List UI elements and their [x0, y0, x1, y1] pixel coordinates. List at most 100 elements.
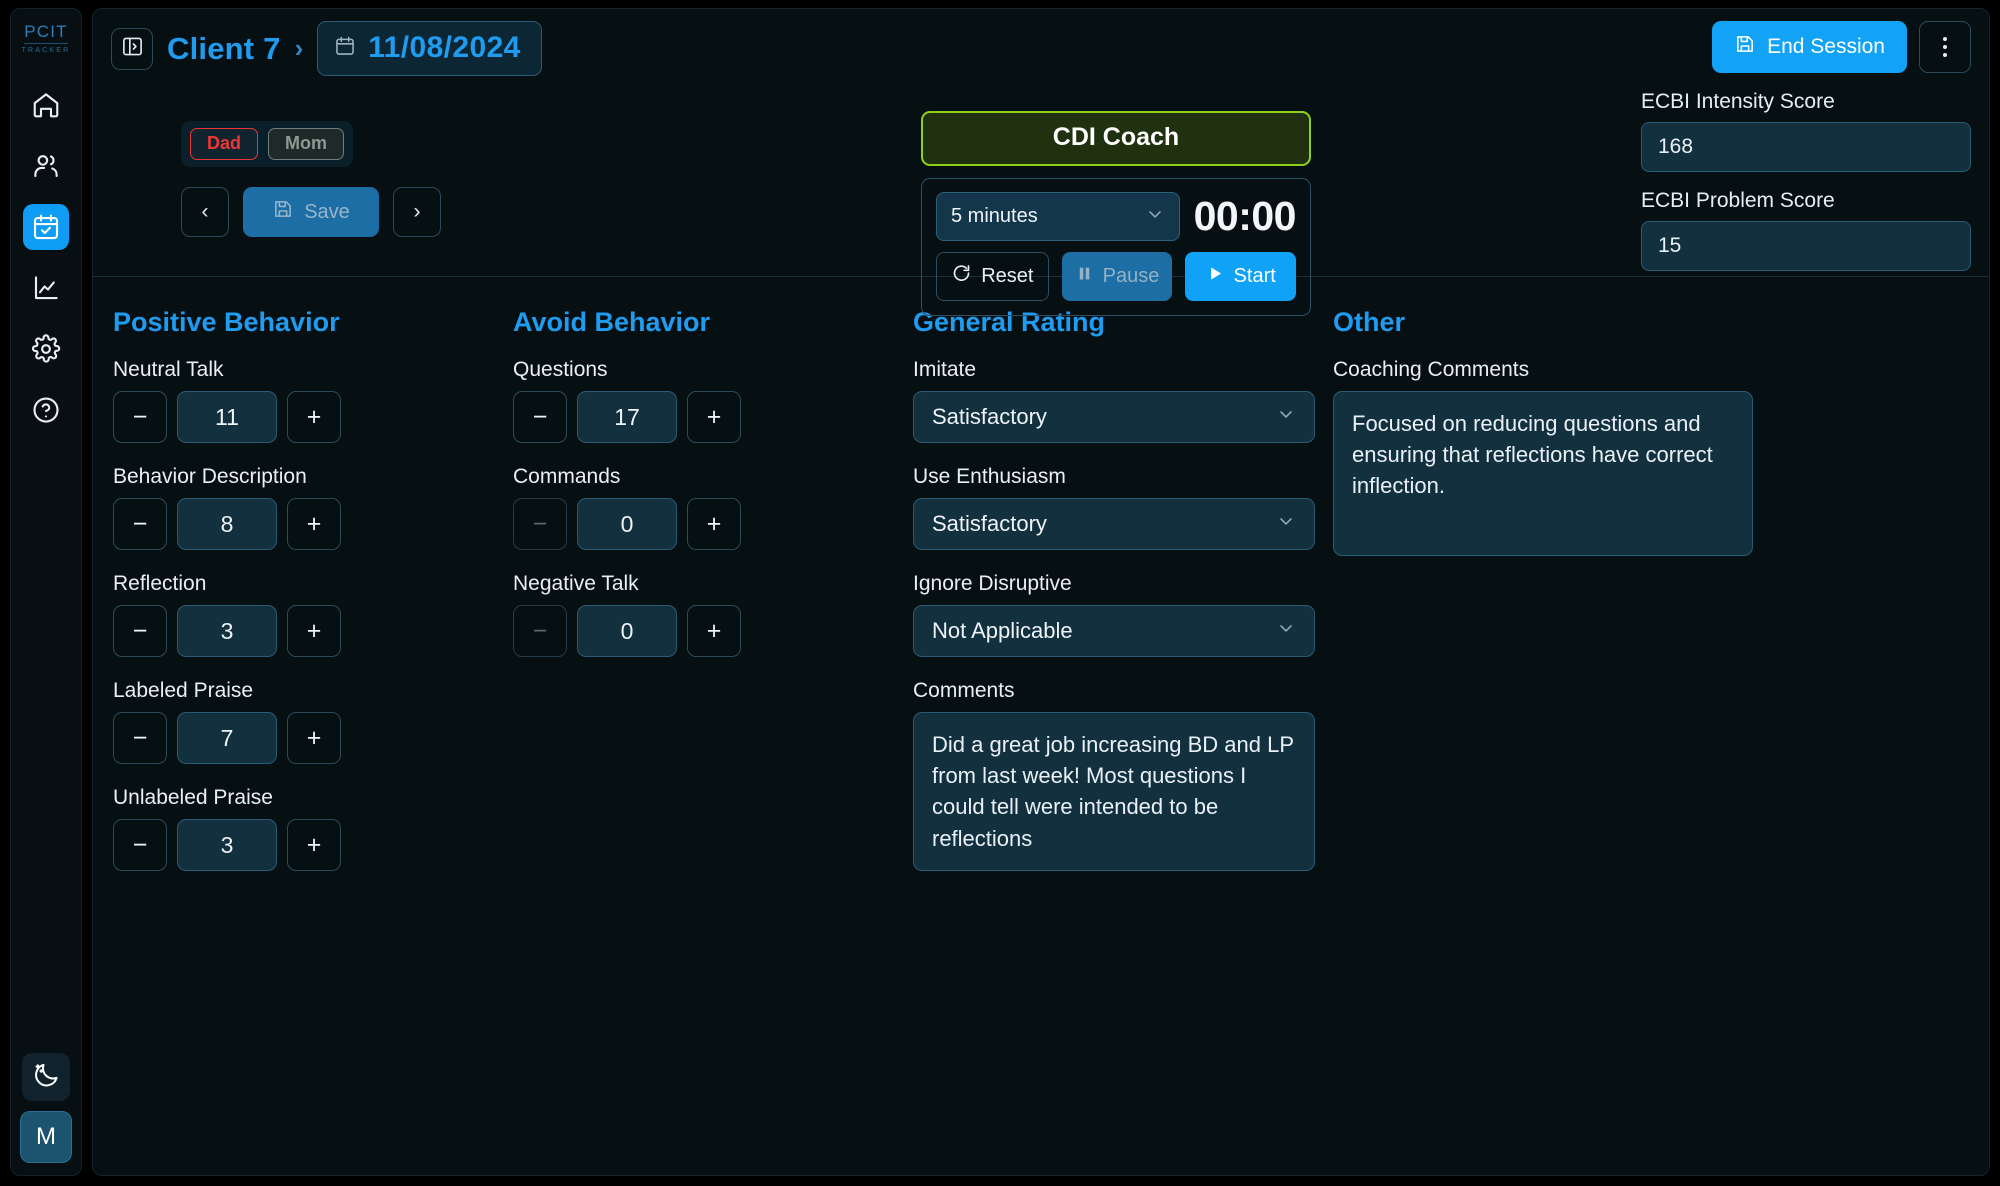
column-title: Positive Behavior — [113, 307, 340, 337]
rating-value: Not Applicable — [932, 618, 1073, 643]
breadcrumb: Client 7 › 11/08/2024 — [111, 21, 542, 76]
calendar-check-icon — [31, 212, 61, 242]
timer-start-label: Start — [1233, 265, 1276, 287]
more-options-button[interactable] — [1919, 21, 1971, 73]
ecbi-intensity-value: 168 — [1658, 135, 1694, 158]
gear-icon — [31, 334, 61, 364]
increment-button[interactable]: + — [687, 498, 741, 550]
increment-button[interactable]: + — [287, 605, 341, 657]
general-comments-textarea[interactable]: Did a great job increasing BD and LP fro… — [913, 712, 1315, 871]
next-session-button[interactable]: › — [393, 187, 441, 237]
rating-select[interactable]: Satisfactory — [913, 391, 1315, 443]
comments-label: Comments — [913, 679, 1015, 702]
sidebar-nav — [23, 82, 69, 433]
chevron-down-icon — [1276, 511, 1296, 537]
decrement-button[interactable]: − — [113, 498, 167, 550]
previous-session-button[interactable]: ‹ — [181, 187, 229, 237]
sidebar-item-clients[interactable] — [23, 143, 69, 189]
decrement-button[interactable]: − — [513, 391, 567, 443]
counter-label: Labeled Praise — [113, 679, 254, 702]
chevron-down-icon — [1145, 204, 1165, 230]
counter-label: Negative Talk — [513, 572, 639, 595]
sidebar-item-home[interactable] — [23, 82, 69, 128]
decrement-button[interactable]: − — [113, 605, 167, 657]
theme-toggle-button[interactable] — [22, 1053, 70, 1101]
increment-button[interactable]: + — [687, 605, 741, 657]
home-icon — [31, 90, 61, 120]
column-avoid-behavior: Avoid Behavior Questions − 17 + Commands… — [513, 307, 913, 893]
avatar[interactable]: M — [20, 1111, 72, 1163]
timer-reset-button[interactable]: Reset — [936, 252, 1049, 301]
decrement-button[interactable]: − — [113, 819, 167, 871]
session-date-value: 11/08/2024 — [368, 31, 521, 64]
ecbi-intensity-label: ECBI Intensity Score — [1641, 90, 1835, 113]
calendar-icon — [334, 35, 356, 62]
counter-value[interactable]: 3 — [177, 819, 277, 871]
sidebar-item-sessions[interactable] — [23, 204, 69, 250]
session-nav-row: ‹ Save › — [181, 187, 441, 237]
counter-label: Behavior Description — [113, 465, 307, 488]
parent-option-mom[interactable]: Mom — [268, 128, 345, 160]
counter-controls: − 8 + — [113, 498, 495, 550]
rating-select[interactable]: Satisfactory — [913, 498, 1315, 550]
timer-duration-select[interactable]: 5 minutes — [936, 192, 1180, 241]
counter-label: Questions — [513, 358, 608, 381]
ecbi-problem-value: 15 — [1658, 234, 1682, 257]
panel-toggle-button[interactable] — [111, 27, 153, 70]
behavior-content: Positive Behavior Neutral Talk − 11 + Be… — [93, 277, 1989, 893]
counter-value[interactable]: 0 — [577, 605, 677, 657]
decrement-button[interactable]: − — [113, 712, 167, 764]
parent-option-dad[interactable]: Dad — [190, 128, 259, 160]
session-actions: End Session ECBI Intensity Score 168 ECB… — [1641, 21, 1971, 271]
coach-banner: CDI Coach — [921, 111, 1311, 166]
increment-button[interactable]: + — [287, 819, 341, 871]
increment-button[interactable]: + — [287, 391, 341, 443]
page-title[interactable]: Client 7 — [167, 31, 281, 67]
sidebar-item-settings[interactable] — [23, 326, 69, 372]
timer-pause-button[interactable]: Pause — [1061, 252, 1173, 301]
ecbi-intensity-input[interactable]: 168 — [1641, 122, 1971, 172]
decrement-button[interactable]: − — [513, 498, 567, 550]
column-positive-behavior: Positive Behavior Neutral Talk − 11 + Be… — [113, 307, 513, 893]
timer-pause-label: Pause — [1102, 265, 1160, 287]
rating-label: Imitate — [913, 358, 977, 381]
increment-button[interactable]: + — [687, 391, 741, 443]
play-icon — [1206, 264, 1225, 289]
rating-select[interactable]: Not Applicable — [913, 605, 1315, 657]
counter-value[interactable]: 3 — [177, 605, 277, 657]
save-button[interactable]: Save — [243, 187, 379, 237]
counter-label: Reflection — [113, 572, 207, 595]
help-circle-icon — [31, 395, 61, 425]
counter-value[interactable]: 0 — [577, 498, 677, 550]
ecbi-problem-input[interactable]: 15 — [1641, 221, 1971, 271]
timer-display: 00:00 — [1193, 193, 1297, 239]
counter-value[interactable]: 17 — [577, 391, 677, 443]
end-session-button[interactable]: End Session — [1712, 21, 1907, 73]
counter-value[interactable]: 7 — [177, 712, 277, 764]
coaching-comments-block: Coaching Comments Focused on reducing qu… — [1333, 358, 1753, 556]
increment-button[interactable]: + — [287, 498, 341, 550]
counter-controls: − 11 + — [113, 391, 495, 443]
counter-value[interactable]: 8 — [177, 498, 277, 550]
sidebar-item-progress[interactable] — [23, 265, 69, 311]
parent-toggle-group: Dad Mom — [181, 121, 354, 167]
column-title: Avoid Behavior — [513, 307, 711, 337]
timer-start-button[interactable]: Start — [1185, 252, 1297, 301]
logo-divider — [23, 43, 68, 44]
counter-label: Neutral Talk — [113, 358, 224, 381]
counter-value[interactable]: 11 — [177, 391, 277, 443]
sidebar-item-help[interactable] — [23, 387, 69, 433]
save-button-label: Save — [304, 200, 350, 223]
sidebar-bottom: M — [11, 1053, 81, 1163]
decrement-button[interactable]: − — [113, 391, 167, 443]
counter-controls: − 0 + — [513, 605, 895, 657]
counter-unlabeled-praise: Unlabeled Praise − 3 + — [113, 786, 495, 871]
breadcrumb-separator: › — [294, 33, 304, 63]
counter-commands: Commands − 0 + — [513, 465, 895, 550]
session-date-picker[interactable]: 11/08/2024 — [317, 21, 542, 76]
increment-button[interactable]: + — [287, 712, 341, 764]
decrement-button[interactable]: − — [513, 605, 567, 657]
coaching-comments-textarea[interactable]: Focused on reducing questions and ensuri… — [1333, 391, 1753, 556]
counter-controls: − 3 + — [113, 605, 495, 657]
coaching-comments-label: Coaching Comments — [1333, 358, 1530, 381]
